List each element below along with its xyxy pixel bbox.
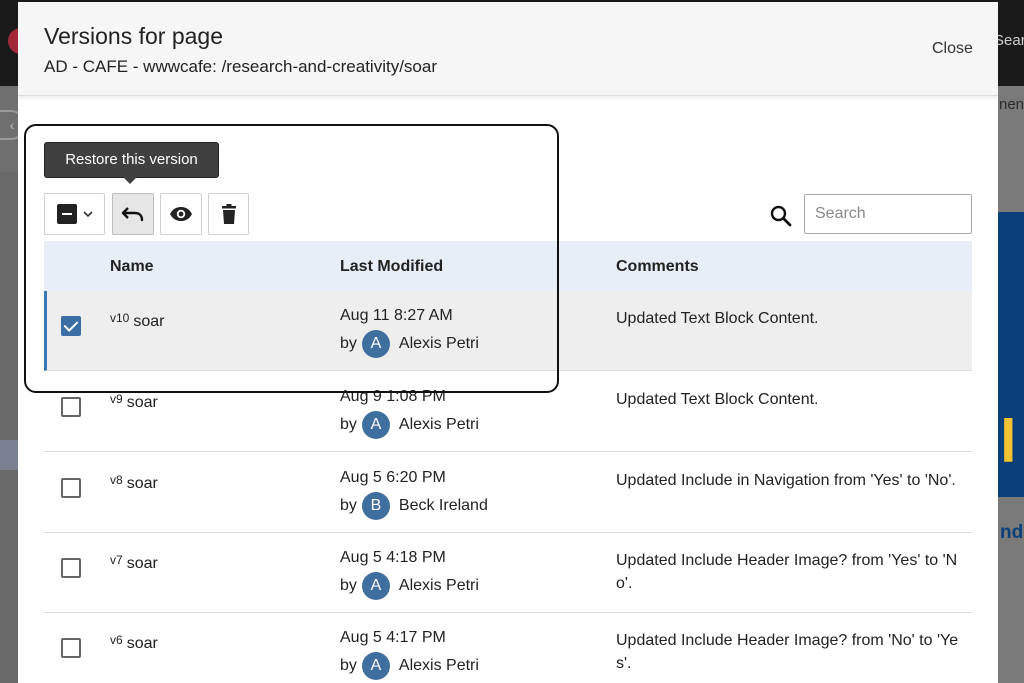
undo-icon — [121, 207, 144, 222]
version-number: v6 — [110, 633, 123, 647]
restore-button[interactable] — [112, 193, 154, 235]
eye-icon — [170, 207, 192, 221]
row-checkbox[interactable] — [61, 478, 81, 498]
background-hero-text: l — [1000, 408, 1017, 475]
table-row[interactable]: v6 soar Aug 5 4:17 PM by A Alexis Petri Upd… — [44, 613, 972, 683]
background-left-panel — [0, 172, 18, 683]
delete-button[interactable] — [208, 193, 249, 235]
search-icon[interactable] — [770, 205, 792, 227]
version-comment: Updated Include in Navigation from 'Yes'… — [616, 472, 956, 489]
version-name: v8 soar — [110, 473, 158, 493]
row-checkbox[interactable] — [61, 316, 81, 336]
table-row[interactable]: v10 soar Aug 11 8:27 AM by A Alexis Petri U… — [44, 291, 972, 371]
user-name: Alexis Petri — [398, 335, 479, 352]
by-label: by — [340, 416, 357, 433]
table-row[interactable]: v9 soar Aug 9 1:08 PM by A Alexis Petri Upd… — [44, 372, 972, 452]
avatar: A — [361, 652, 390, 680]
background-link-text: nd L — [1000, 522, 1024, 543]
user-name: Alexis Petri — [398, 577, 479, 594]
user-name: Alexis Petri — [398, 416, 479, 433]
avatar: A — [361, 330, 390, 358]
restore-tooltip: Restore this version — [44, 142, 219, 184]
by-label: by — [340, 497, 357, 514]
version-number: v9 — [110, 392, 123, 406]
by-label: by — [340, 577, 357, 594]
modified-by: by A Alexis Petri — [340, 572, 479, 600]
version-number: v10 — [110, 311, 130, 325]
checkbox-minus-icon — [56, 204, 77, 224]
page-name: soar — [126, 394, 158, 411]
background-menu-text: nent — [999, 96, 1024, 113]
version-name: v7 soar — [110, 553, 158, 573]
modal-header: Versions for page AD - CAFE - wwwcafe: /… — [18, 2, 998, 96]
page-name: soar — [126, 475, 158, 492]
user-name: Alexis Petri — [398, 657, 479, 674]
modified-by: by B Beck Ireland — [340, 492, 488, 520]
page-name: soar — [126, 555, 158, 572]
modified-date: Aug 11 8:27 AM — [340, 307, 453, 324]
avatar: A — [361, 411, 390, 439]
table-header: Name Last Modified Comments — [44, 241, 972, 291]
user-name: Beck Ireland — [398, 497, 488, 514]
table-row[interactable]: v8 soar Aug 5 6:20 PM by B Beck Ireland Upd… — [44, 453, 972, 533]
version-comment: Updated Text Block Content. — [616, 391, 819, 408]
bulk-select-dropdown[interactable] — [44, 193, 105, 235]
modified-by: by A Alexis Petri — [340, 652, 479, 680]
version-number: v8 — [110, 473, 123, 487]
modal-subtitle: AD - CAFE - wwwcafe: /research-and-creat… — [44, 57, 437, 76]
version-comment: Updated Include Header Image? from 'No' … — [616, 632, 959, 672]
avatar: A — [361, 572, 390, 600]
preview-button[interactable] — [160, 193, 202, 235]
version-comment: Updated Include Header Image? from 'Yes'… — [616, 552, 958, 592]
column-header-name[interactable]: Name — [110, 258, 154, 276]
modified-date: Aug 5 6:20 PM — [340, 469, 446, 486]
version-name: v6 soar — [110, 633, 158, 653]
modified-date: Aug 9 1:08 PM — [340, 388, 446, 405]
version-name: v9 soar — [110, 392, 158, 412]
versions-modal: Versions for page AD - CAFE - wwwcafe: /… — [18, 2, 998, 683]
search-input[interactable] — [804, 194, 972, 234]
modified-date: Aug 5 4:18 PM — [340, 549, 446, 566]
background-search-text: Sear — [994, 32, 1024, 49]
close-button[interactable]: Close — [932, 40, 973, 58]
version-number: v7 — [110, 553, 123, 567]
column-header-comments: Comments — [616, 258, 699, 275]
modified-by: by A Alexis Petri — [340, 411, 479, 439]
row-checkbox[interactable] — [61, 638, 81, 658]
background-hero-image: l — [998, 212, 1024, 497]
chevron-down-icon — [82, 210, 93, 217]
by-label: by — [340, 657, 357, 674]
row-checkbox[interactable] — [61, 397, 81, 417]
modified-by: by A Alexis Petri — [340, 330, 479, 358]
version-name: v10 soar — [110, 311, 164, 331]
by-label: by — [340, 335, 357, 352]
row-checkbox[interactable] — [61, 558, 81, 578]
version-comment: Updated Text Block Content. — [616, 310, 819, 327]
column-header-last-modified[interactable]: Last Modified — [340, 258, 443, 276]
trash-icon — [221, 204, 236, 224]
background-left-band — [0, 440, 18, 470]
page-name: soar — [133, 313, 165, 330]
page-name: soar — [126, 635, 158, 652]
table-row[interactable]: v7 soar Aug 5 4:18 PM by A Alexis Petri Upd… — [44, 533, 972, 613]
modal-title: Versions for page — [44, 23, 224, 49]
avatar: B — [361, 492, 390, 520]
modified-date: Aug 5 4:17 PM — [340, 629, 446, 646]
